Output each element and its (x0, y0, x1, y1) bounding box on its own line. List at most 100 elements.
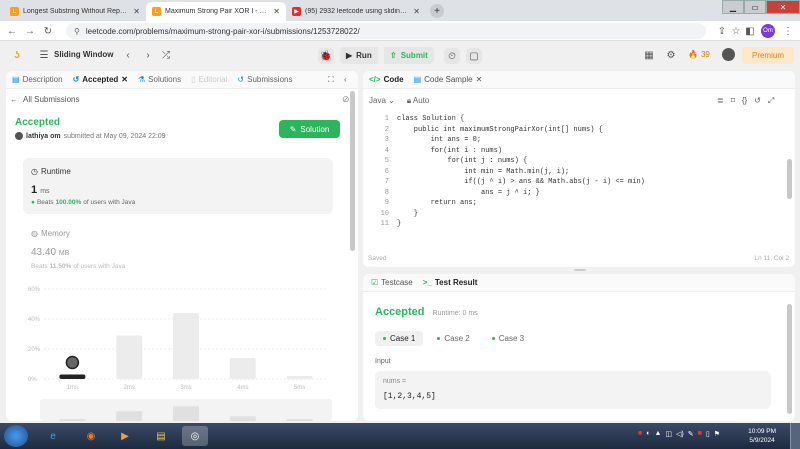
browser-tab[interactable]: ▶ (95) 2932 leetcode using sliding... ✕ (286, 2, 426, 21)
media-player-icon[interactable]: ▶ (112, 426, 138, 446)
case-tab-1[interactable]: Case 1 (375, 331, 424, 346)
network-icon[interactable]: ◫ (665, 430, 672, 438)
collapse-icon[interactable]: ‹ (344, 75, 347, 84)
tab-editorial[interactable]: ▯ Editorial (191, 75, 227, 84)
show-desktop-button[interactable] (790, 423, 800, 449)
runtime-card[interactable]: ◷ Runtime 1 ms ● Beats 100.00% of users w… (23, 158, 333, 214)
menu-dots-icon[interactable]: ⋮ (780, 23, 796, 39)
volume-icon[interactable]: ◁) (676, 430, 684, 438)
run-button[interactable]: ▶ Run (340, 47, 378, 64)
list-icon[interactable]: ☰ (38, 48, 50, 62)
url-field[interactable]: ⚲ leetcode.com/problems/maximum-strong-p… (66, 23, 706, 39)
mode-toggle[interactable]: 🔒︎ Auto (407, 96, 430, 106)
bookmark-icon[interactable]: ⌑ (731, 96, 735, 106)
chart-bar[interactable] (59, 374, 86, 380)
solution-button[interactable]: ✎ Solution (279, 120, 340, 138)
tab-test-result[interactable]: >_ Test Result (423, 278, 478, 287)
tray-icon[interactable]: ▯ (706, 430, 710, 438)
prev-problem-icon[interactable]: ‹ (122, 48, 134, 62)
forward-icon[interactable]: → (22, 23, 38, 39)
firefox-icon[interactable]: ◉ (78, 426, 104, 446)
format-icon[interactable]: ≣ (717, 96, 724, 106)
x-tick-label: 1ms (67, 385, 78, 391)
chrome-icon[interactable]: ◎ (182, 426, 208, 446)
chart-bar[interactable] (229, 358, 256, 379)
taskbar-clock[interactable]: 10:09 PM 5/9/2024 (748, 427, 776, 445)
start-button[interactable] (4, 425, 28, 447)
back-arrow-icon: ← (10, 95, 18, 104)
close-icon[interactable]: ✕ (273, 7, 280, 16)
browser-tab-active[interactable]: L Maximum Strong Pair XOR I - Le... ✕ (146, 2, 286, 21)
flask-icon: ⚗ (138, 75, 146, 84)
left-scrollbar[interactable] (350, 91, 355, 251)
tab-description[interactable]: ▤ Description (12, 75, 63, 84)
notes-icon[interactable]: ▢ (466, 48, 482, 64)
runtime-value: 1 ms (31, 184, 50, 196)
reset-icon[interactable]: ↺ (754, 96, 761, 106)
layout-grid-icon[interactable]: ▦ (642, 48, 656, 62)
language-select[interactable]: Java ⌄ (369, 96, 395, 106)
tray-icon[interactable]: ✎ (688, 430, 694, 438)
close-icon[interactable]: ✕ (121, 75, 128, 84)
streak-counter[interactable]: 🔥 39 (688, 50, 710, 59)
close-icon[interactable]: ✕ (413, 7, 420, 16)
all-submissions-link[interactable]: ← All Submissions (10, 95, 79, 104)
tray-icon[interactable]: ■ (698, 430, 702, 438)
chart-bar[interactable] (116, 335, 143, 380)
close-icon[interactable]: ✕ (476, 75, 483, 84)
leetcode-logo-icon[interactable]: ʖ (10, 48, 24, 62)
settings-gear-icon[interactable]: ⚙ (664, 48, 678, 62)
next-problem-icon[interactable]: › (142, 48, 154, 62)
tab-solutions[interactable]: ⚗ Solutions (138, 75, 181, 84)
expand-icon[interactable]: ⛶ (328, 75, 334, 85)
hide-icon[interactable]: ⊘ (342, 94, 350, 105)
flag-icon[interactable]: ⚑ (714, 430, 720, 438)
fullscreen-icon[interactable]: ⤢ (768, 96, 774, 106)
tab-code[interactable]: </> Code (369, 75, 404, 84)
debug-icon[interactable]: 🐞 (318, 48, 334, 64)
code-line: return ans; (397, 199, 477, 207)
resize-handle[interactable] (574, 269, 586, 271)
case-tab-3[interactable]: Case 3 (484, 331, 532, 346)
close-icon[interactable]: ✕ (133, 7, 140, 16)
tray-icon[interactable]: ◐ (646, 430, 650, 438)
new-tab-button[interactable]: + (430, 4, 444, 18)
tab-submissions[interactable]: ↺ Submissions (237, 75, 292, 84)
memory-title[interactable]: ◍ Memory (31, 229, 70, 238)
result-scrollbar[interactable] (787, 304, 792, 414)
chart-bar[interactable] (173, 313, 199, 379)
code-area[interactable]: 1 class Solution {2 public int maximumStr… (363, 113, 795, 233)
submission-panel: ▤ Description ↺ Accepted ✕ ⚗ Solutions ▯ Edit… (6, 71, 358, 421)
file-explorer-icon[interactable]: ▤ (148, 426, 174, 446)
submission-meta: lathiya om submitted at May 09, 2024 22:… (15, 132, 166, 140)
tray-icon[interactable]: ■ (638, 430, 642, 438)
internet-explorer-icon[interactable]: e (40, 426, 66, 446)
chart-bar[interactable] (286, 376, 313, 379)
window-close-button[interactable]: ✕ (766, 0, 800, 14)
problem-list-title[interactable]: Sliding Window (54, 50, 113, 59)
site-info-icon[interactable]: ⚲ (74, 27, 80, 36)
timer-icon[interactable]: ⏲ (444, 48, 460, 64)
shuffle-icon[interactable]: ⤮ (160, 48, 172, 62)
browser-tab[interactable]: L Longest Substring Without Repe... ✕ (4, 2, 146, 21)
tab-accepted[interactable]: ↺ Accepted ✕ (73, 75, 128, 84)
runtime-distribution-chart: 60% 40% 20% 0% 1ms 2ms 3ms 4ms 5ms (28, 287, 332, 421)
input-var-value: [1,2,3,4,5] (383, 392, 436, 401)
tab-testcase[interactable]: ☑ Testcase (371, 278, 413, 287)
maximize-button[interactable]: ▭ (744, 0, 766, 14)
test-result-panel: ☑ Testcase >_ Test Result Accepted Runtime… (363, 274, 795, 421)
premium-button[interactable]: Premium (742, 47, 794, 64)
user-avatar[interactable] (722, 48, 735, 61)
tab-code-sample[interactable]: ▤ Code Sample ✕ (414, 75, 483, 84)
case-tab-2[interactable]: Case 2 (429, 331, 477, 346)
submit-button[interactable]: ⇧ Submit (384, 47, 434, 64)
tray-icon[interactable]: ▲ (654, 430, 661, 438)
side-panel-icon[interactable]: ◧ (742, 23, 758, 39)
back-icon[interactable]: ← (4, 23, 20, 39)
minimize-button[interactable]: ▁ (722, 0, 744, 14)
reload-icon[interactable]: ↻ (40, 23, 56, 39)
profile-avatar[interactable]: Om (761, 24, 775, 38)
braces-icon[interactable]: {} (742, 96, 747, 106)
upload-icon: ⇧ (390, 51, 397, 60)
editor-scrollbar[interactable] (787, 159, 792, 199)
